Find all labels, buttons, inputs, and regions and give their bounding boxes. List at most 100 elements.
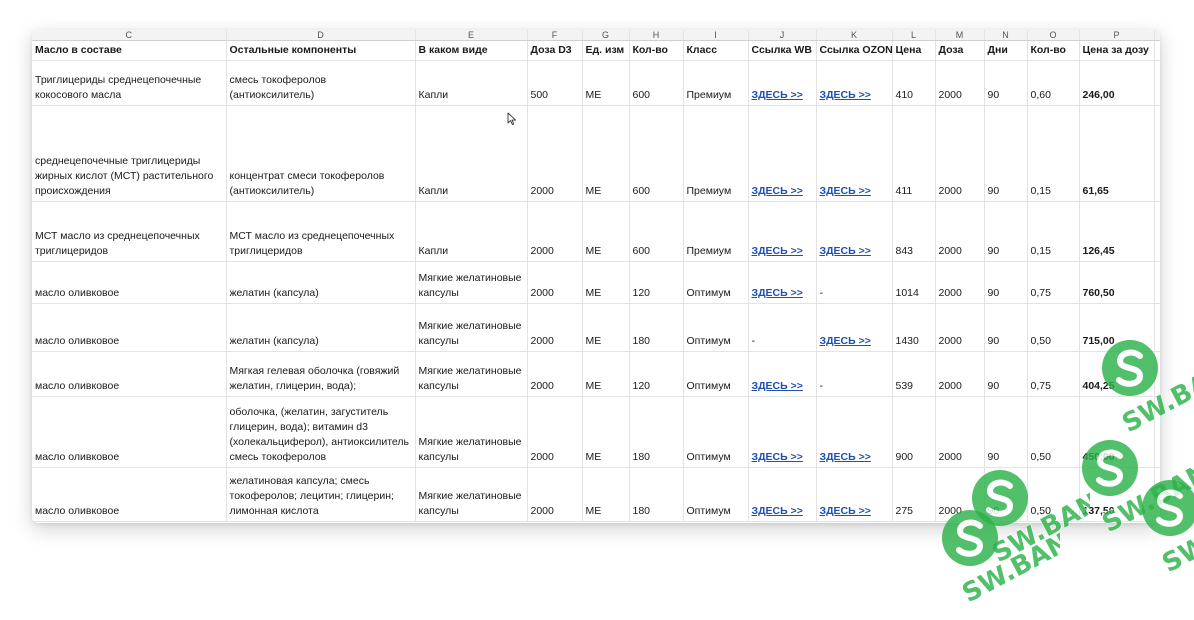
d3-dose-cell[interactable]: 2000 <box>527 201 583 262</box>
ozon-link[interactable]: ЗДЕСЬ >> <box>816 303 893 352</box>
qty2-cell[interactable]: 0,15 <box>1027 201 1080 262</box>
price-per-dose-cell[interactable]: 61,65 <box>1079 105 1155 202</box>
col-letter[interactable]: C <box>32 30 227 41</box>
wb-link-text[interactable]: ЗДЕСЬ >> <box>752 505 803 517</box>
qty2-cell[interactable]: 0,60 <box>1027 60 1080 106</box>
ozon-link-text[interactable]: ЗДЕСЬ >> <box>820 89 871 101</box>
header-cell[interactable]: Доза D3 <box>527 40 583 61</box>
form-cell[interactable]: Мягкие желатиновые капсулы <box>415 261 528 304</box>
header-cell[interactable]: Ед. изм <box>582 40 630 61</box>
ozon-link[interactable]: - <box>816 351 893 397</box>
ozon-link[interactable]: - <box>816 261 893 304</box>
header-cell[interactable]: Цена за дозу <box>1079 40 1155 61</box>
oil-cell[interactable]: МСТ масло из среднецепочечных триглицери… <box>32 201 227 262</box>
col-letter[interactable]: I <box>683 30 749 41</box>
oil-cell[interactable]: масло оливковое <box>32 467 227 522</box>
d3-dose-cell[interactable]: 2000 <box>527 303 583 352</box>
days-cell[interactable]: 90 <box>984 396 1028 468</box>
price-cell[interactable]: 411 <box>892 105 936 202</box>
ozon-link[interactable]: ЗДЕСЬ >> <box>816 201 893 262</box>
wb-link[interactable]: ЗДЕСЬ >> <box>748 467 817 522</box>
col-letter[interactable] <box>1154 30 1160 41</box>
empty-cell[interactable] <box>1154 261 1160 304</box>
unit-cell[interactable]: МЕ <box>582 351 630 397</box>
oil-cell[interactable]: среднецепочечные триглицериды жирных кис… <box>32 105 227 202</box>
ozon-link[interactable]: ЗДЕСЬ >> <box>816 396 893 468</box>
col-letter[interactable]: O <box>1027 30 1080 41</box>
class-cell[interactable]: Оптимум <box>683 396 749 468</box>
unit-cell[interactable]: МЕ <box>582 303 630 352</box>
empty-cell[interactable] <box>1154 60 1160 106</box>
price-cell[interactable]: 1014 <box>892 261 936 304</box>
oil-cell[interactable]: Триглицериды среднецепочечные кокосового… <box>32 60 227 106</box>
col-letter[interactable]: F <box>527 30 583 41</box>
oil-cell[interactable]: масло оливковое <box>32 351 227 397</box>
ozon-link-text[interactable]: ЗДЕСЬ >> <box>820 505 871 517</box>
wb-link[interactable]: ЗДЕСЬ >> <box>748 351 817 397</box>
wb-link-text[interactable]: ЗДЕСЬ >> <box>752 89 803 101</box>
components-cell[interactable]: желатин (капсула) <box>226 303 416 352</box>
days-cell[interactable]: 90 <box>984 201 1028 262</box>
qty2-cell[interactable]: 0,50 <box>1027 303 1080 352</box>
oil-cell[interactable]: масло оливковое <box>32 261 227 304</box>
wb-link[interactable]: ЗДЕСЬ >> <box>748 396 817 468</box>
qty-cell[interactable]: 600 <box>629 105 684 202</box>
price-cell[interactable]: 539 <box>892 351 936 397</box>
oil-cell[interactable]: масло оливковое <box>32 396 227 468</box>
d3-dose-cell[interactable]: 2000 <box>527 261 583 304</box>
components-cell[interactable]: смесь токоферолов (антиоксилитель) <box>226 60 416 106</box>
col-letter[interactable]: K <box>816 30 893 41</box>
wb-link-text[interactable]: ЗДЕСЬ >> <box>752 380 803 392</box>
oil-cell[interactable]: масло оливковое <box>32 303 227 352</box>
qty-cell[interactable]: 120 <box>629 351 684 397</box>
dose-cell[interactable]: 2000 <box>935 105 985 202</box>
header-cell[interactable]: Ссылка WB <box>748 40 817 61</box>
qty2-cell[interactable]: 0,75 <box>1027 261 1080 304</box>
components-cell[interactable]: желатин (капсула) <box>226 261 416 304</box>
ozon-link-text[interactable]: ЗДЕСЬ >> <box>820 451 871 463</box>
d3-dose-cell[interactable]: 500 <box>527 60 583 106</box>
components-cell[interactable]: концентрат смеси токоферолов (антиоксили… <box>226 105 416 202</box>
class-cell[interactable]: Премиум <box>683 201 749 262</box>
qty-cell[interactable]: 180 <box>629 303 684 352</box>
empty-cell[interactable] <box>1154 201 1160 262</box>
header-cell[interactable]: Остальные компоненты <box>226 40 416 61</box>
form-cell[interactable]: Мягкие желатиновые капсулы <box>415 396 528 468</box>
class-cell[interactable]: Премиум <box>683 60 749 106</box>
price-cell[interactable]: 275 <box>892 467 936 522</box>
wb-link[interactable]: ЗДЕСЬ >> <box>748 105 817 202</box>
unit-cell[interactable]: МЕ <box>582 201 630 262</box>
header-cell[interactable]: Кол-во <box>629 40 684 61</box>
col-letter[interactable]: E <box>415 30 528 41</box>
days-cell[interactable]: 90 <box>984 105 1028 202</box>
ozon-link[interactable]: ЗДЕСЬ >> <box>816 105 893 202</box>
col-letter[interactable]: N <box>984 30 1028 41</box>
header-cell[interactable]: Масло в составе <box>32 40 227 61</box>
col-letter[interactable]: G <box>582 30 630 41</box>
unit-cell[interactable]: МЕ <box>582 467 630 522</box>
qty-cell[interactable]: 180 <box>629 467 684 522</box>
class-cell[interactable]: Оптимум <box>683 467 749 522</box>
ozon-link[interactable]: ЗДЕСЬ >> <box>816 60 893 106</box>
wb-link[interactable]: ЗДЕСЬ >> <box>748 60 817 106</box>
dose-cell[interactable]: 2000 <box>935 303 985 352</box>
qty2-cell[interactable]: 0,15 <box>1027 105 1080 202</box>
components-cell[interactable]: МСТ масло из среднецепочечных триглицери… <box>226 201 416 262</box>
d3-dose-cell[interactable]: 2000 <box>527 467 583 522</box>
ozon-link-text[interactable]: ЗДЕСЬ >> <box>820 245 871 257</box>
col-letter[interactable]: L <box>892 30 936 41</box>
header-cell[interactable]: Дни <box>984 40 1028 61</box>
days-cell[interactable]: 90 <box>984 60 1028 106</box>
components-cell[interactable]: Мягкая гелевая оболочка (говяжий желатин… <box>226 351 416 397</box>
ozon-link-text[interactable]: ЗДЕСЬ >> <box>820 185 871 197</box>
days-cell[interactable]: 90 <box>984 351 1028 397</box>
price-per-dose-cell[interactable]: 126,45 <box>1079 201 1155 262</box>
components-cell[interactable]: желатиновая капсула; смесь токоферолов; … <box>226 467 416 522</box>
price-per-dose-cell[interactable]: 760,50 <box>1079 261 1155 304</box>
class-cell[interactable]: Оптимум <box>683 261 749 304</box>
days-cell[interactable]: 90 <box>984 303 1028 352</box>
price-cell[interactable]: 410 <box>892 60 936 106</box>
price-per-dose-cell[interactable]: 246,00 <box>1079 60 1155 106</box>
wb-link[interactable]: ЗДЕСЬ >> <box>748 201 817 262</box>
empty-cell[interactable] <box>1154 105 1160 202</box>
